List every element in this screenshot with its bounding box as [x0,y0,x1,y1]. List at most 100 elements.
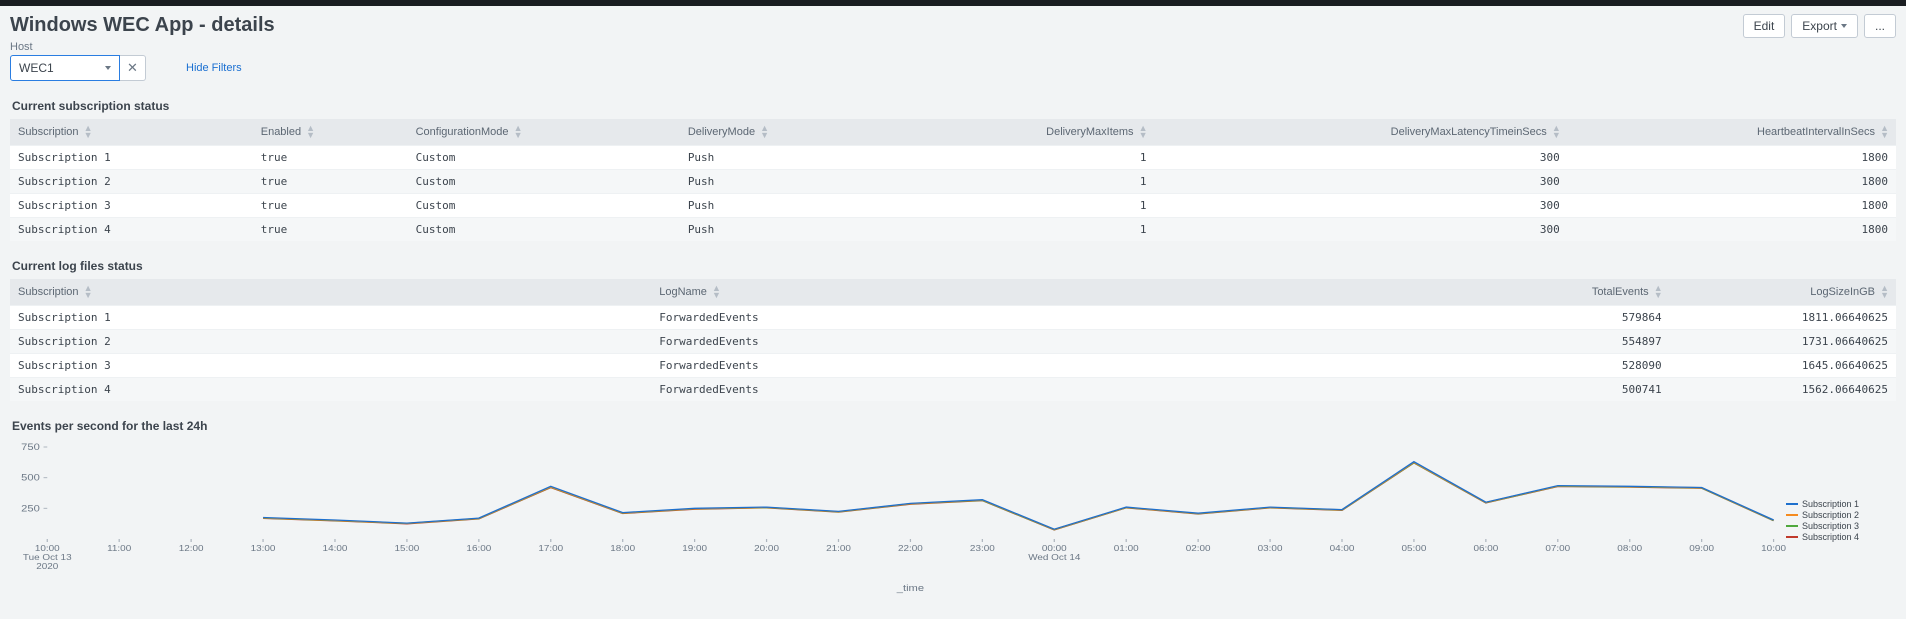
table-cell: Subscription 1 [10,146,253,170]
close-icon: ✕ [127,60,138,76]
table-cell: Subscription 2 [10,170,253,194]
svg-text:14:00: 14:00 [323,544,348,553]
column-header[interactable]: Subscription [10,279,651,306]
legend-label: Subscription 2 [1802,510,1859,520]
table-cell: Subscription 3 [10,194,253,218]
sort-icon [760,125,768,139]
table-cell: Push [680,146,895,170]
table-cell: 1731.06640625 [1670,330,1896,354]
panel-title: Events per second for the last 24h [12,419,1896,433]
svg-text:750: 750 [21,443,40,453]
legend-label: Subscription 3 [1802,521,1859,531]
host-clear-button[interactable]: ✕ [120,55,146,81]
svg-text:05:00: 05:00 [1402,544,1427,553]
column-header[interactable]: Enabled [253,119,408,146]
table-row: Subscription 3ForwardedEvents5280901645.… [10,354,1896,378]
legend-swatch [1786,525,1798,527]
column-header[interactable]: DeliveryMaxItems [895,119,1155,146]
events-chart: 25050075010:00Tue Oct 13202011:0012:0013… [10,439,1786,599]
svg-text:22:00: 22:00 [898,544,923,553]
table-cell: Subscription 2 [10,330,651,354]
svg-text:10:00: 10:00 [1761,544,1786,553]
more-button[interactable]: ... [1864,14,1896,38]
more-button-label: ... [1875,19,1885,33]
table-cell: 1562.06640625 [1670,378,1896,402]
column-header[interactable]: LogName [651,279,1443,306]
table-cell: ForwardedEvents [651,330,1443,354]
table-cell: Custom [408,194,680,218]
panel-title: Current log files status [12,259,1896,273]
legend-item[interactable]: Subscription 2 [1786,510,1896,520]
table-cell: Push [680,170,895,194]
table-row: Subscription 2ForwardedEvents5548971731.… [10,330,1896,354]
column-header[interactable]: ConfigurationMode [408,119,680,146]
table-cell: 1645.06640625 [1670,354,1896,378]
column-header[interactable]: LogSizeInGB [1670,279,1896,306]
column-header[interactable]: HeartbeatIntervalInSecs [1568,119,1896,146]
sort-icon [1552,125,1560,139]
svg-text:15:00: 15:00 [394,544,419,553]
table-cell: Custom [408,170,680,194]
table-cell: 1 [895,194,1155,218]
sort-icon [1880,125,1888,139]
table-cell: 1811.06640625 [1670,306,1896,330]
column-header[interactable]: TotalEvents [1443,279,1669,306]
column-header[interactable]: DeliveryMaxLatencyTimeinSecs [1155,119,1568,146]
legend-item[interactable]: Subscription 4 [1786,532,1896,542]
svg-text:500: 500 [21,474,40,484]
sort-icon [84,285,92,299]
svg-text:08:00: 08:00 [1617,544,1642,553]
table-row: Subscription 4ForwardedEvents5007411562.… [10,378,1896,402]
table-cell: 1 [895,146,1155,170]
table-cell: 579864 [1443,306,1669,330]
sort-icon [84,125,92,139]
svg-text:07:00: 07:00 [1545,544,1570,553]
svg-text:10:00: 10:00 [35,544,60,553]
column-header[interactable]: DeliveryMode [680,119,895,146]
export-button-label: Export [1802,19,1837,33]
table-row: Subscription 3trueCustomPush13001800 [10,194,1896,218]
chevron-down-icon [105,66,111,70]
hide-filters-link[interactable]: Hide Filters [186,62,242,74]
svg-text:20:00: 20:00 [754,544,779,553]
panel-title: Current subscription status [12,99,1896,113]
page-title: Windows WEC App - details [10,14,275,37]
table-cell: Push [680,218,895,242]
svg-text:21:00: 21:00 [826,544,851,553]
svg-text:12:00: 12:00 [179,544,204,553]
table-cell: 300 [1155,194,1568,218]
svg-text:17:00: 17:00 [538,544,563,553]
chevron-down-icon [1841,24,1847,28]
sort-icon [1654,285,1662,299]
table-cell: Subscription 3 [10,354,651,378]
legend-swatch [1786,503,1798,505]
edit-button[interactable]: Edit [1743,14,1786,38]
table-cell: 1 [895,170,1155,194]
table-cell: ForwardedEvents [651,306,1443,330]
svg-text:03:00: 03:00 [1258,544,1283,553]
table-cell: 500741 [1443,378,1669,402]
table-cell: 1800 [1568,194,1896,218]
export-button[interactable]: Export [1791,14,1858,38]
svg-text:2020: 2020 [36,562,58,571]
legend-label: Subscription 4 [1802,532,1859,542]
host-select[interactable]: WEC1 [10,55,120,81]
legend-item[interactable]: Subscription 3 [1786,521,1896,531]
table-cell: Push [680,194,895,218]
chart-legend: Subscription 1Subscription 2Subscription… [1786,439,1896,604]
panel-log-files-status: Current log files status Subscription Lo… [10,259,1896,401]
legend-item[interactable]: Subscription 1 [1786,499,1896,509]
table-cell: ForwardedEvents [651,378,1443,402]
table-cell: true [253,146,408,170]
log-files-table: Subscription LogName TotalEvents LogSize… [10,279,1896,401]
table-row: Subscription 1ForwardedEvents5798641811.… [10,306,1896,330]
table-cell: true [253,170,408,194]
sort-icon [306,125,314,139]
table-row: Subscription 2trueCustomPush13001800 [10,170,1896,194]
svg-text:Wed Oct 14: Wed Oct 14 [1028,553,1080,562]
table-cell: Subscription 4 [10,218,253,242]
svg-text:09:00: 09:00 [1689,544,1714,553]
svg-text:04:00: 04:00 [1330,544,1355,553]
table-cell: true [253,218,408,242]
column-header[interactable]: Subscription [10,119,253,146]
